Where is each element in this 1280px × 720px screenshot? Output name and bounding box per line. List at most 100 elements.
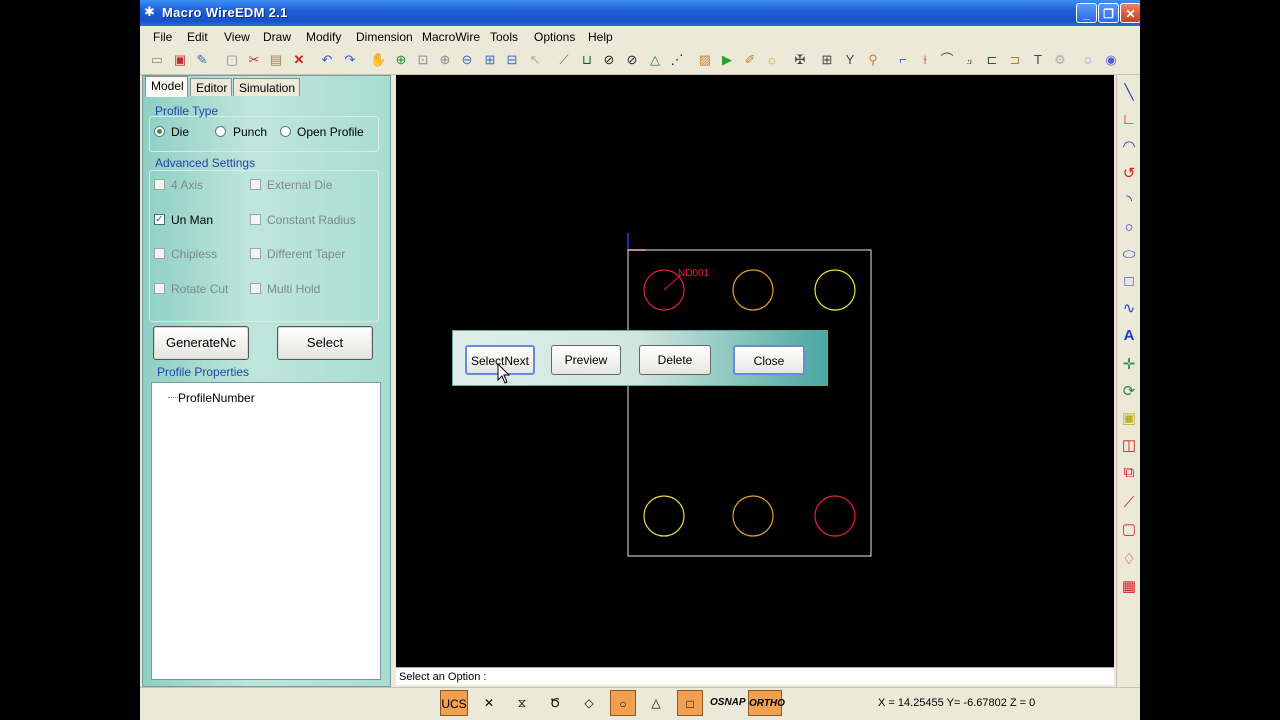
menu-macrowire[interactable]: MacroWire [422,30,480,44]
sketch-icon[interactable]: ▨ [698,53,712,67]
menu-dimension[interactable]: Dimension [356,30,413,44]
zoom-realtime-icon[interactable]: ⊕ [394,53,408,67]
checkbox-un-man[interactable]: ✓ [154,214,165,225]
minimize-button[interactable]: _ [1076,3,1097,23]
zoom-out-icon[interactable]: ⊖ [460,53,474,67]
menu-draw[interactable]: Draw [263,30,291,44]
maximize-button[interactable]: ❐ [1098,3,1119,23]
scale-icon[interactable]: ▣ [1121,411,1137,427]
copy-icon[interactable]: ▢ [225,53,239,67]
radio-open-profile[interactable] [280,126,291,137]
hole-circle-4[interactable] [643,495,685,537]
ortho-toggle[interactable]: ORTHO [748,690,785,716]
delete-button[interactable]: Delete [639,345,711,375]
snap-endpoint-icon[interactable]: ✕ [478,690,500,716]
mirror-draw-icon[interactable]: ◫ [1121,438,1137,454]
hole-circle-3[interactable] [814,269,856,311]
lasso-icon[interactable]: ◌ [1081,53,1095,67]
brush-icon[interactable]: ✐ [743,53,757,67]
text-tool-icon[interactable]: T [1031,53,1045,67]
array-icon[interactable]: ⊏ [985,53,999,67]
dots-tool-icon[interactable]: ⋰ [670,53,684,67]
move-icon[interactable]: ✛ [1121,357,1137,373]
snap-quadrant-icon[interactable]: ◇ [578,690,600,716]
fillet-icon[interactable]: ⌒ [940,53,954,67]
arc-3pt-icon[interactable]: ↺ [1121,166,1137,182]
search-icon[interactable]: ⚲ [866,53,880,67]
trim-icon[interactable]: ⟊ [918,53,932,67]
snap-midpoint-icon[interactable]: ⧖ [511,690,533,716]
zoom-previous-icon[interactable]: ⊟ [505,53,519,67]
menu-tools[interactable]: Tools [490,30,518,44]
settings-icon[interactable]: ☼ [765,53,779,67]
fork-tool-icon[interactable]: Y [843,53,857,67]
ucs-toggle[interactable]: UCS [440,690,468,716]
dialog-close-button[interactable]: Close [733,345,805,375]
offset-draw-icon[interactable]: ▢ [1121,522,1137,538]
snap-nearest-icon[interactable]: □ [677,690,703,716]
fillet-draw-icon[interactable]: ♢ [1121,552,1137,568]
pointer-icon[interactable]: ↖ [528,53,542,67]
menu-modify[interactable]: Modify [306,30,341,44]
hole-circle-2[interactable] [732,269,774,311]
checkbox-constant-radius[interactable] [250,214,261,225]
preview-button[interactable]: Preview [551,345,621,375]
arc-center-icon[interactable]: ◝ [1121,193,1137,209]
menu-view[interactable]: View [224,30,250,44]
die-outline[interactable] [627,249,872,557]
checkbox-chipless[interactable] [154,248,165,259]
new-file-icon[interactable]: ▭ [150,53,164,67]
undo-icon[interactable]: ↶ [320,53,334,67]
redo-icon[interactable]: ↷ [343,53,357,67]
paste-icon[interactable]: ▤ [269,53,283,67]
delete-icon[interactable]: ✕ [292,53,306,67]
view-icon[interactable]: ◉ [1104,53,1118,67]
select-button[interactable]: Select [277,326,373,360]
checkbox-rotate-cut[interactable] [154,283,165,294]
run-simulation-icon[interactable]: ▶ [720,53,734,67]
tree-item-profile-number[interactable]: ProfileNumber [178,391,255,405]
gear-icon[interactable]: ⚙ [1053,53,1067,67]
menu-help[interactable]: Help [588,30,613,44]
arc-tool-icon[interactable]: ◠ [1121,139,1137,155]
ellipse-tool-icon[interactable]: ⬭ [1121,247,1137,263]
cut-icon[interactable]: ✂ [247,53,261,67]
rotate-icon[interactable]: ⟳ [1121,384,1137,400]
close-button[interactable]: ✕ [1120,3,1140,23]
command-line[interactable]: Select an Option : [396,667,1114,685]
checkbox-external-die[interactable] [250,179,261,190]
snap-perpendicular-icon[interactable]: △ [645,690,667,716]
extend-icon[interactable]: ⟓ [962,53,976,67]
snap-tangent-icon[interactable]: Ծ [544,690,566,716]
menu-file[interactable]: File [153,30,172,44]
radio-punch[interactable] [215,126,226,137]
menu-options[interactable]: Options [534,30,575,44]
measure-icon[interactable]: ⟋ [557,53,571,67]
trim-draw-icon[interactable]: ⟋ [1121,495,1137,511]
generate-nc-button[interactable]: GenerateNc [153,326,249,360]
text-draw-icon[interactable]: A [1121,328,1137,344]
hole-circle-5[interactable] [732,495,774,537]
pan-hand-icon[interactable]: ✋ [370,53,386,67]
tab-model[interactable]: Model [145,76,188,97]
tab-simulation[interactable]: Simulation [233,78,300,96]
checkbox-multi-hold[interactable] [250,283,261,294]
edit-icon[interactable]: ✎ [195,53,209,67]
menu-edit[interactable]: Edit [187,30,208,44]
dimension-icon[interactable]: ⊔ [580,53,594,67]
polyline-tool-icon[interactable]: ∟ [1121,112,1137,128]
circle-tool-icon[interactable]: ⊘ [602,53,616,67]
save-icon[interactable]: ▣ [173,53,187,67]
circle-draw-icon[interactable]: ○ [1121,220,1137,236]
mirror-icon[interactable]: ⊐ [1008,53,1022,67]
osnap-toggle[interactable]: OSNAP [710,690,746,716]
spline-tool-icon[interactable]: ∿ [1121,301,1137,317]
grid-tool-icon[interactable]: ⊞ [820,53,834,67]
offset-icon[interactable]: ⌐ [896,53,910,67]
radio-die[interactable] [154,126,165,137]
snap-center-icon[interactable]: ○ [610,690,636,716]
zoom-extents-icon[interactable]: ⊞ [483,53,497,67]
zoom-in-icon[interactable]: ⊕ [438,53,452,67]
array-draw-icon[interactable]: ▦ [1121,579,1137,595]
copy-draw-icon[interactable]: ⧉ [1121,465,1137,481]
